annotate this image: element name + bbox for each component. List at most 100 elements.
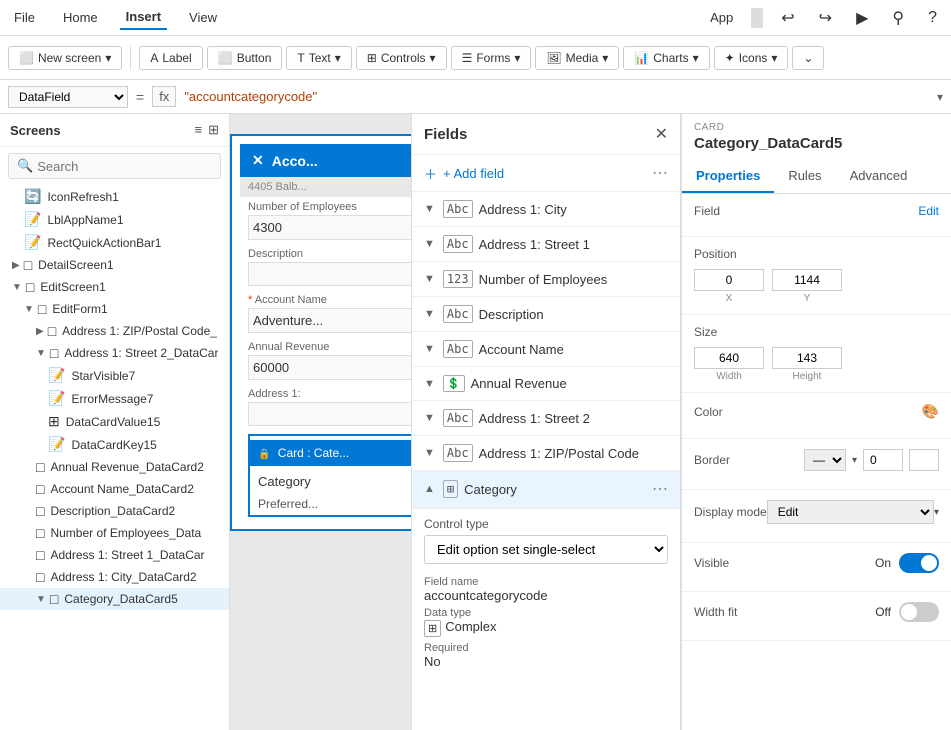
canvas-close-icon[interactable]: ✕ [252, 152, 264, 169]
menu-app[interactable]: App [704, 6, 739, 29]
tree-item-lblappname[interactable]: 📝 LblAppName1 [0, 208, 229, 231]
border-color-swatch[interactable] [909, 449, 939, 471]
control-type-select[interactable]: Edit option set single-select [424, 535, 668, 564]
menu-view[interactable]: View [183, 6, 223, 29]
fields-close-button[interactable]: ✕ [655, 124, 668, 144]
props-display-section: Display mode Edit ▾ [682, 490, 951, 543]
forms-button[interactable]: ☰ Forms ▾ [451, 46, 532, 70]
size-width-input[interactable] [694, 347, 764, 369]
menu-insert[interactable]: Insert [120, 5, 167, 30]
menu-file[interactable]: File [8, 6, 41, 29]
annualrev-field-value[interactable]: 60000 [248, 355, 411, 380]
widthfit-toggle[interactable] [899, 602, 939, 622]
field-name-annualrev: Annual Revenue [471, 376, 668, 391]
label-button[interactable]: A Label [139, 46, 202, 70]
tree-item-datacardvalue[interactable]: ⊞ DataCardValue15 [0, 410, 229, 433]
controls-button[interactable]: ⊞ Controls ▾ [356, 46, 447, 70]
tree-item-datacardkey[interactable]: 📝 DataCardKey15 [0, 433, 229, 456]
lock-icon: 🔒 [258, 449, 270, 460]
redo-icon[interactable]: ↪ [813, 4, 838, 32]
field-item-street2[interactable]: ▼ Abc Address 1: Street 2 [412, 401, 680, 436]
formula-dropdown-icon[interactable]: ▾ [937, 90, 943, 104]
add-field-button[interactable]: ＋ + Add field ⋯ [412, 155, 680, 192]
tree-item-street2[interactable]: ▼ □ Address 1: Street 2_DataCar [0, 342, 229, 364]
border-width-input[interactable] [863, 449, 903, 471]
accountname-icon: □ [36, 481, 44, 497]
charts-chevron: ▾ [693, 51, 699, 65]
address1-field-value[interactable] [248, 402, 411, 426]
search-input[interactable] [37, 159, 213, 174]
required-section-label: Required [424, 642, 668, 654]
visible-toggle[interactable] [899, 553, 939, 573]
field-item-annualrev[interactable]: ▼ 💲 Annual Revenue [412, 367, 680, 401]
props-widthfit-row: Width fit Off [694, 602, 939, 622]
grid-view-icon[interactable]: ⊞ [208, 122, 219, 138]
size-height-input[interactable] [772, 347, 842, 369]
field-item-accountname[interactable]: ▼ Abc Account Name [412, 332, 680, 367]
text-button[interactable]: T Text ▾ [286, 46, 351, 70]
description-field-label: Description [248, 248, 411, 260]
more-button[interactable]: ⌄ [792, 46, 824, 70]
play-icon[interactable]: ▶ [850, 4, 874, 32]
tree-item-detailscreen[interactable]: ▶ □ DetailScreen1 [0, 254, 229, 276]
field-type-icon-street2: Abc [443, 409, 473, 427]
tree-item-editscreen[interactable]: ▼ □ EditScreen1 [0, 276, 229, 298]
visible-toggle-row: On [875, 553, 939, 573]
tab-properties[interactable]: Properties [682, 160, 774, 193]
field-item-city[interactable]: ▼ Abc Address 1: City [412, 192, 680, 227]
controls-chevron: ▾ [430, 51, 436, 65]
tree-item-zip[interactable]: ▶ □ Address 1: ZIP/Postal Code_ [0, 320, 229, 342]
field-name-employees: Number of Employees [479, 272, 668, 287]
tree-item-editform[interactable]: ▼ □ EditForm1 [0, 298, 229, 320]
border-style-select[interactable]: — [804, 449, 846, 471]
tree-item-numemployees[interactable]: □ Number of Employees_Data [0, 522, 229, 544]
fx-button[interactable]: fx [152, 86, 176, 107]
canvas-category-label: Category [250, 470, 411, 493]
charts-button[interactable]: 📊 Charts ▾ [623, 46, 709, 70]
canvas-card-blue-bar[interactable]: 🔒 Card : Cate... [250, 440, 411, 466]
button-button[interactable]: ⬜ Button [207, 46, 283, 70]
tree-item-iconrefresh[interactable]: 🔄 IconRefresh1 [0, 185, 229, 208]
numemployees-field-value[interactable]: 4300 [248, 215, 411, 240]
formula-input[interactable] [184, 89, 929, 104]
tree-item-accountname[interactable]: □ Account Name_DataCard2 [0, 478, 229, 500]
menu-home[interactable]: Home [57, 6, 104, 29]
description-field-value[interactable] [248, 262, 411, 286]
list-view-icon[interactable]: ≡ [195, 122, 203, 138]
position-y-input[interactable] [772, 269, 842, 291]
display-mode-select[interactable]: Edit [767, 500, 934, 524]
editscreen-arrow: ▼ [12, 282, 22, 293]
color-picker-icon[interactable]: 🎨 [922, 403, 939, 420]
tree-item-annualrev[interactable]: □ Annual Revenue_DataCard2 [0, 456, 229, 478]
media-label: Media [566, 51, 599, 65]
field-item-description[interactable]: ▼ Abc Description [412, 297, 680, 332]
tree-item-category[interactable]: ▼ □ Category_DataCard5 [0, 588, 229, 610]
help-icon[interactable]: ? [922, 5, 943, 31]
new-screen-button[interactable]: ⬜ New screen ▾ [8, 46, 122, 70]
position-x-input[interactable] [694, 269, 764, 291]
icons-button[interactable]: ✦ Icons ▾ [714, 46, 789, 70]
controls-icon: ⊞ [367, 51, 377, 65]
field-item-street1[interactable]: ▼ Abc Address 1: Street 1 [412, 227, 680, 262]
right-panel: CARD Category_DataCard5 Properties Rules… [681, 114, 951, 730]
accountname-field-value[interactable]: Adventure... [248, 308, 411, 333]
datacardkey-label: DataCardKey15 [71, 438, 156, 452]
field-item-employees[interactable]: ▼ 123 Number of Employees [412, 262, 680, 297]
undo-icon[interactable]: ↩ [775, 4, 800, 32]
field-edit-link[interactable]: Edit [918, 204, 939, 218]
tree-item-city[interactable]: □ Address 1: City_DataCard2 [0, 566, 229, 588]
tree-item-street1[interactable]: □ Address 1: Street 1_DataCar [0, 544, 229, 566]
media-button[interactable]: 🖼 Media ▾ [535, 46, 619, 70]
tab-rules[interactable]: Rules [774, 160, 835, 193]
property-selector[interactable]: DataField [8, 86, 128, 108]
field-item-category[interactable]: ▲ ⊞ Category ⋯ [412, 471, 680, 508]
tree-item-starvisible[interactable]: 📝 StarVisible7 [0, 364, 229, 387]
tree-item-rectquickaction[interactable]: 📝 RectQuickActionBar1 [0, 231, 229, 254]
tree-item-errormessage[interactable]: 📝 ErrorMessage7 [0, 387, 229, 410]
person-icon[interactable]: ⚲ [886, 4, 910, 32]
field-more-category[interactable]: ⋯ [652, 479, 668, 499]
field-chevron-city: ▼ [424, 203, 435, 215]
tree-item-description[interactable]: □ Description_DataCard2 [0, 500, 229, 522]
tab-advanced[interactable]: Advanced [836, 160, 922, 193]
field-item-zipcode[interactable]: ▼ Abc Address 1: ZIP/Postal Code [412, 436, 680, 471]
